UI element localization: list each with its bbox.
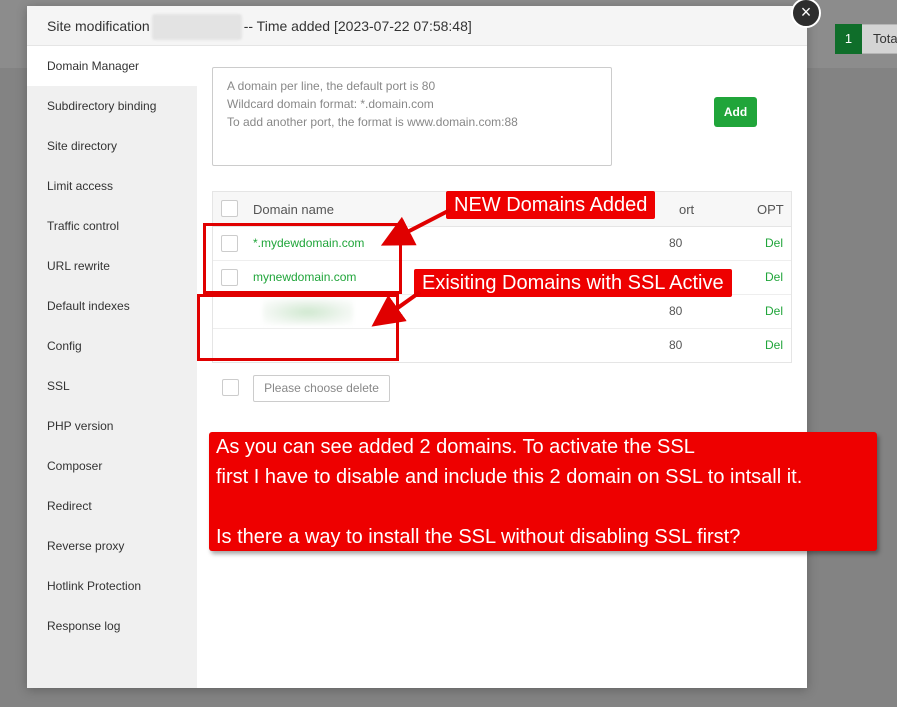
sidebar-item-limit-access[interactable]: Limit access xyxy=(27,166,197,206)
port-cell: 80 xyxy=(669,338,683,352)
existing-domains-callout: Exisiting Domains with SSL Active xyxy=(414,269,732,297)
pagination-total-label: Tota xyxy=(873,31,897,46)
site-modification-dialog: Site modification -- Time added [2023-07-… xyxy=(27,0,821,688)
sidebar-item-domain-manager[interactable]: Domain Manager xyxy=(27,46,197,86)
add-domain-button[interactable]: Add xyxy=(714,97,757,127)
batch-delete-select[interactable]: Please choose delete xyxy=(253,375,390,402)
port-cell: 80 xyxy=(669,236,683,250)
sidebar-item-reverse-proxy[interactable]: Reverse proxy xyxy=(27,526,197,566)
sidebar-item-php-version[interactable]: PHP version xyxy=(27,406,197,446)
sidebar-item-hotlink-protection[interactable]: Hotlink Protection xyxy=(27,566,197,606)
delete-link[interactable]: Del xyxy=(765,329,783,362)
column-header-port: ort xyxy=(679,202,695,217)
pagination-current-page[interactable]: 1 xyxy=(835,24,862,54)
delete-link[interactable]: Del xyxy=(765,227,783,260)
sidebar-item-traffic-control[interactable]: Traffic control xyxy=(27,206,197,246)
dialog-header: Site modification -- Time added [2023-07-… xyxy=(27,6,807,46)
sidebar-item-subdirectory-binding[interactable]: Subdirectory binding xyxy=(27,86,197,126)
sidebar-item-response-log[interactable]: Response log xyxy=(27,606,197,646)
select-all-checkbox[interactable] xyxy=(221,200,238,217)
column-header-domain: Domain name xyxy=(253,202,334,217)
port-cell: 80 xyxy=(669,304,683,318)
sidebar-item-composer[interactable]: Composer xyxy=(27,446,197,486)
delete-link[interactable]: Del xyxy=(765,295,783,328)
sidebar-item-ssl[interactable]: SSL xyxy=(27,366,197,406)
sidebar-item-config[interactable]: Config xyxy=(27,326,197,366)
sidebar-item-url-rewrite[interactable]: URL rewrite xyxy=(27,246,197,286)
redacted-site-name xyxy=(151,14,242,41)
sidebar-item-redirect[interactable]: Redirect xyxy=(27,486,197,526)
domain-input-textarea[interactable]: A domain per line, the default port is 8… xyxy=(212,67,612,166)
dialog-title-suffix: -- Time added [2023-07-22 07:58:48] xyxy=(243,18,472,34)
new-domains-callout: NEW Domains Added xyxy=(446,191,656,219)
dialog-title-prefix: Site modification xyxy=(47,18,150,34)
dialog-title: Site modification -- Time added [2023-07-… xyxy=(47,6,472,46)
delete-link[interactable]: Del xyxy=(765,261,783,294)
new-domains-highlight-box xyxy=(203,223,402,294)
column-header-opt: OPT xyxy=(757,202,784,217)
sidebar-item-site-directory[interactable]: Site directory xyxy=(27,126,197,166)
batch-select-checkbox[interactable] xyxy=(222,379,239,396)
existing-domains-highlight-box xyxy=(197,294,399,361)
settings-sidebar: Domain Manager Subdirectory binding Site… xyxy=(27,46,197,688)
sidebar-item-default-indexes[interactable]: Default indexes xyxy=(27,286,197,326)
question-note: As you can see added 2 domains. To activ… xyxy=(209,432,877,551)
